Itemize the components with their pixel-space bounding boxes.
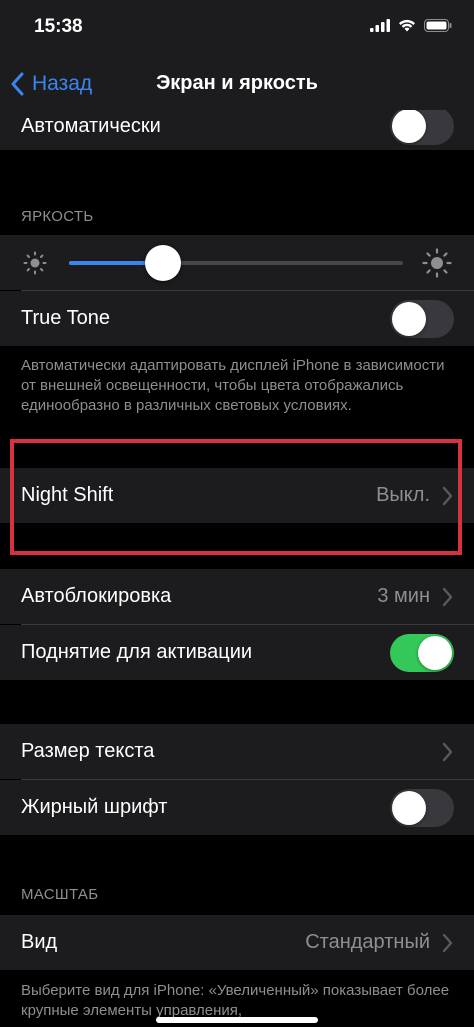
row-label: Размер текста xyxy=(21,740,155,762)
section-header-brightness: ЯРКОСТЬ xyxy=(21,208,94,225)
navigation-bar: Назад Экран и яркость xyxy=(0,58,474,110)
brightness-slider-thumb[interactable] xyxy=(145,245,181,281)
row-label: Жирный шрифт xyxy=(21,796,168,818)
row-brightness-slider xyxy=(0,235,474,290)
cellular-signal-icon xyxy=(370,19,390,32)
sun-small-icon xyxy=(23,251,47,275)
row-true-tone: True Tone xyxy=(0,291,474,346)
toggle-knob xyxy=(392,301,426,336)
chevron-right-icon xyxy=(442,587,453,606)
chevron-right-icon xyxy=(442,486,453,505)
row-label: Night Shift xyxy=(21,484,114,506)
row-text-size[interactable]: Размер текста xyxy=(0,724,474,779)
bold-text-toggle[interactable] xyxy=(390,788,454,827)
row-auto-lock[interactable]: Автоблокировка 3 мин xyxy=(0,569,474,624)
toggle-knob xyxy=(392,790,426,825)
settings-list[interactable]: Автоматически ЯРКОСТЬ True Tone Автомати… xyxy=(0,110,474,1027)
brightness-slider[interactable] xyxy=(69,245,403,281)
row-label: Вид xyxy=(21,931,58,953)
chevron-right-icon xyxy=(442,742,453,761)
chevron-right-icon xyxy=(442,933,453,952)
status-bar: 15:38 xyxy=(0,0,474,58)
row-bold-text: Жирный шрифт xyxy=(0,780,474,835)
row-label: Автоматически xyxy=(21,114,161,137)
toggle-knob xyxy=(418,635,452,670)
status-time: 15:38 xyxy=(34,16,83,37)
page-title: Экран и яркость xyxy=(156,72,318,94)
true-tone-toggle[interactable] xyxy=(390,299,454,338)
row-night-shift[interactable]: Night Shift Выкл. xyxy=(0,468,474,523)
auto-appearance-toggle[interactable] xyxy=(390,110,454,145)
status-icons xyxy=(370,19,452,32)
row-display-zoom-view[interactable]: Вид Стандартный xyxy=(0,915,474,970)
view-footer: Выберите вид для iPhone: «Увеличенный» п… xyxy=(21,982,450,1019)
auto-lock-value: 3 мин xyxy=(377,585,430,607)
row-auto-appearance: Автоматически xyxy=(0,110,474,150)
wifi-icon xyxy=(399,19,415,32)
section-header-zoom: МАСШТАБ xyxy=(21,886,99,903)
raise-to-wake-toggle[interactable] xyxy=(390,633,454,672)
sun-large-icon xyxy=(422,248,452,278)
row-label: Поднятие для активации xyxy=(21,641,253,663)
toggle-knob xyxy=(392,110,426,143)
true-tone-footer: Автоматически адаптировать дисплей iPhon… xyxy=(21,357,445,414)
row-label: Автоблокировка xyxy=(21,585,172,607)
row-label: True Tone xyxy=(21,307,110,329)
night-shift-value: Выкл. xyxy=(376,484,430,506)
row-raise-to-wake: Поднятие для активации xyxy=(0,625,474,680)
battery-icon xyxy=(424,19,452,32)
home-indicator xyxy=(156,1017,318,1023)
view-value: Стандартный xyxy=(305,931,430,953)
